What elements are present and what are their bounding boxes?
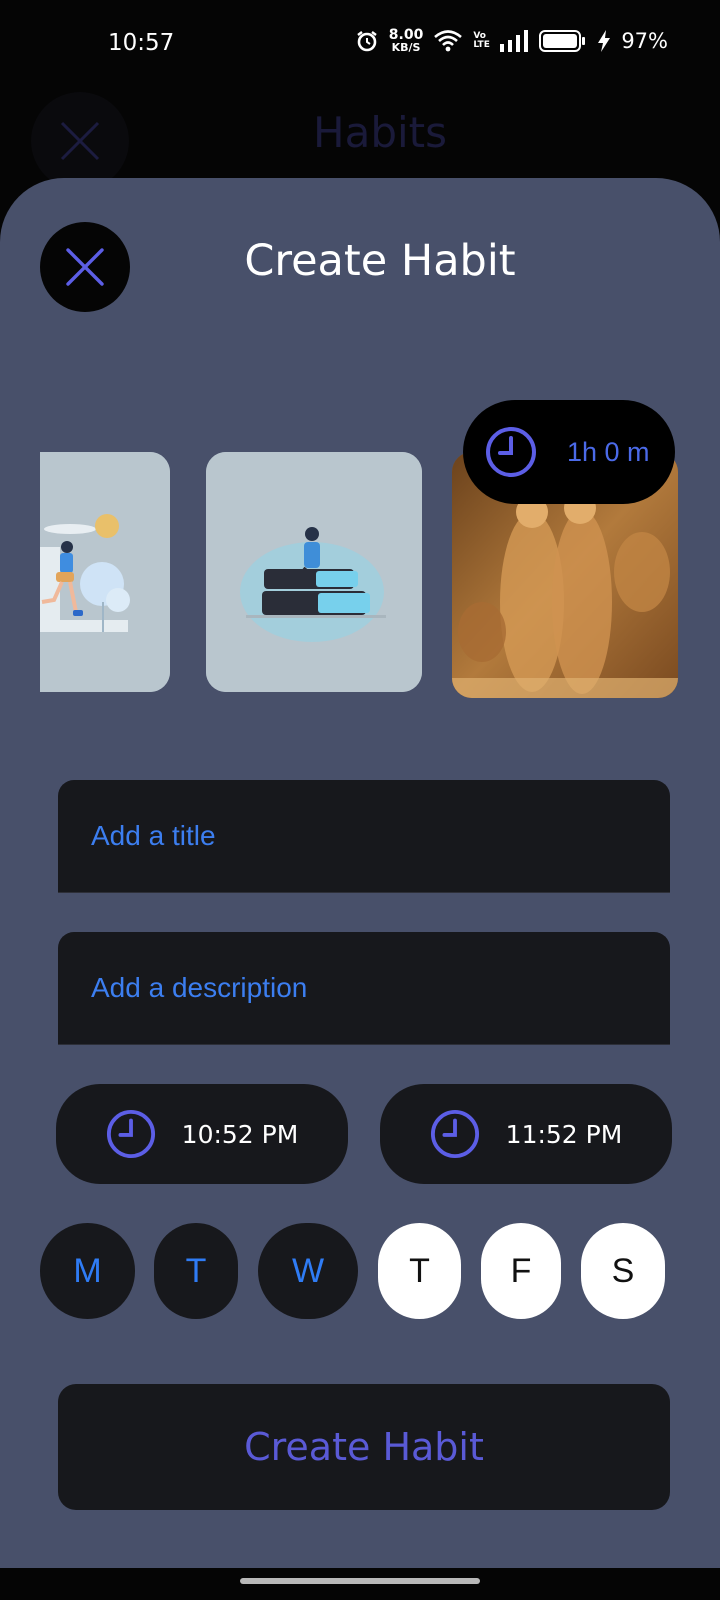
description-input[interactable]: Add a description: [58, 932, 670, 1045]
start-time-value: 10:52 PM: [181, 1119, 299, 1149]
status-bar: 10:57 8.00 KB/S Vo LTE 97%: [0, 0, 720, 90]
network-speed-unit: KB/S: [391, 41, 421, 54]
day-toggle-friday[interactable]: F: [481, 1223, 561, 1319]
battery-percent: 97%: [621, 28, 668, 53]
battery-icon: [539, 29, 586, 52]
signal-icon: [500, 29, 529, 52]
duration-selector[interactable]: 1h 0 m: [463, 400, 675, 504]
title-placeholder: Add a title: [91, 820, 216, 851]
home-indicator[interactable]: [240, 1578, 480, 1584]
create-habit-sheet: Create Habit 1h 0 m Add a title Add a de…: [0, 178, 720, 1568]
clock-icon: [106, 1109, 155, 1159]
day-toggle-tuesday[interactable]: T: [154, 1223, 238, 1319]
day-toggle-thursday[interactable]: T: [378, 1223, 461, 1319]
background-page-title: Habits: [313, 108, 447, 157]
end-time-button[interactable]: 11:52 PM: [380, 1084, 672, 1184]
status-icons: 8.00 KB/S Vo LTE 97%: [355, 28, 668, 53]
sheet-title: Create Habit: [244, 236, 516, 286]
wifi-icon: [434, 29, 463, 51]
day-toggle-saturday[interactable]: S: [581, 1223, 665, 1319]
description-placeholder: Add a description: [91, 972, 308, 1003]
network-speed: 8.00 KB/S: [389, 28, 424, 53]
duration-value: 1h 0 m: [567, 436, 650, 467]
start-time-button[interactable]: 10:52 PM: [56, 1084, 348, 1184]
end-time-value: 11:52 PM: [505, 1119, 623, 1149]
habit-image-running[interactable]: [40, 452, 170, 692]
clock-icon: [430, 1109, 479, 1159]
running-person-illustration: [40, 452, 170, 692]
clock-icon: [486, 427, 536, 477]
volte-badge: Vo LTE: [473, 30, 490, 50]
alarm-icon: [357, 30, 377, 51]
network-speed-value: 8.00: [388, 27, 424, 43]
day-toggle-monday[interactable]: M: [40, 1223, 135, 1319]
reading-person-illustration: [206, 452, 422, 692]
day-toggle-wednesday[interactable]: W: [258, 1223, 358, 1319]
title-input[interactable]: Add a title: [58, 780, 670, 893]
status-time: 10:57: [108, 30, 175, 56]
charging-icon: [598, 29, 611, 52]
create-habit-button[interactable]: Create Habit: [58, 1384, 670, 1510]
habit-image-reading[interactable]: [206, 452, 422, 692]
